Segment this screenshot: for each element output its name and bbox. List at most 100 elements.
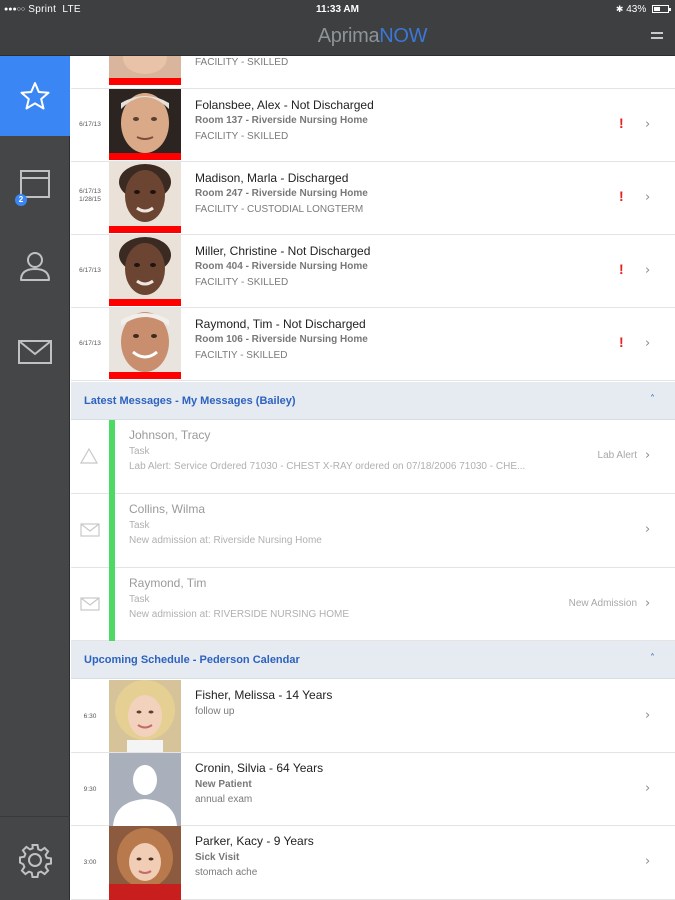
patient-facility: FACILITY - SKILLED — [195, 57, 289, 68]
unread-bar — [109, 420, 115, 494]
alert-bar — [109, 78, 181, 85]
patient-photo — [109, 308, 181, 372]
envelope-icon — [80, 597, 100, 611]
alert-bar — [109, 153, 181, 160]
appointment-row[interactable]: 6:30 Fisher, Melissa - 14 Years follow u… — [71, 680, 675, 753]
patient-date: 6/17/13 — [79, 267, 101, 274]
chevron-up-icon[interactable]: ˄ — [650, 653, 655, 664]
patient-name: Folansbee, Alex - Not Discharged — [195, 98, 374, 112]
appointment-type: New Patient — [195, 779, 252, 790]
message-preview: New admission at: RIVERSIDE NURSING HOME — [129, 609, 350, 620]
patient-room: Room 106 - Riverside Nursing Home — [195, 334, 368, 345]
mail-icon — [18, 340, 52, 364]
messages-section-header[interactable]: Latest Messages - My Messages (Bailey) ˄ — [71, 382, 675, 420]
patient-row-partial[interactable]: FACILITY - SKILLED — [71, 56, 675, 89]
logo-text-aprima: Aprima — [317, 25, 380, 47]
message-type: Task — [129, 594, 150, 605]
alert-bar — [109, 226, 181, 233]
appointment-reason: stomach ache — [195, 867, 258, 878]
patient-photo — [109, 235, 181, 299]
bluetooth-icon: ✱ — [615, 4, 624, 14]
appointment-type: Sick Visit — [195, 852, 240, 863]
chevron-right-icon: › — [645, 117, 651, 132]
alert-triangle-icon — [80, 448, 98, 464]
status-bar: ●●●○○ Sprint LTE 11:33 AM ✱ 43% — [0, 0, 675, 20]
patient-row[interactable]: 6/17/13 1/28/15 Madison, Marla - Dischar… — [71, 162, 675, 235]
patient-photo — [109, 56, 181, 78]
message-row[interactable]: Johnson, Tracy Task Lab Alert: Service O… — [71, 420, 675, 494]
patient-row[interactable]: 6/17/13 Raymond, Tim - Not Discharged Ro… — [71, 308, 675, 381]
logo-text-now: NOW — [379, 25, 428, 47]
message-row[interactable]: Collins, Wilma Task New admission at: Ri… — [71, 494, 675, 568]
battery-percent: 43% — [626, 4, 647, 15]
appointment-time: 3:00 — [83, 859, 97, 866]
menu-icon[interactable] — [651, 32, 663, 42]
alert-icon: ! — [619, 261, 624, 277]
clock: 11:33 AM — [316, 4, 359, 15]
patient-name: Miller, Christine - Not Discharged — [195, 244, 371, 258]
appointment-reason: follow up — [195, 706, 235, 717]
patient-date-2: 1/28/15 — [79, 196, 101, 203]
message-sender: Collins, Wilma — [129, 502, 206, 516]
appointment-time: 6:30 — [83, 713, 97, 720]
sidebar-divider — [0, 816, 70, 817]
patient-photo — [109, 162, 181, 226]
gear-icon — [19, 844, 52, 878]
patient-date: 6/17/13 — [79, 340, 101, 347]
chevron-right-icon: › — [645, 448, 651, 463]
alert-icon: ! — [619, 188, 624, 204]
patient-facility: FACILITY - SKILLED — [195, 277, 289, 288]
chevron-right-icon: › — [645, 596, 651, 611]
chevron-up-icon[interactable]: ˄ — [650, 394, 655, 405]
patient-photo — [109, 826, 181, 900]
avatar-placeholder — [109, 753, 181, 826]
calendar-badge: 2 — [15, 194, 27, 206]
person-icon — [20, 252, 50, 281]
message-type: Task — [129, 446, 150, 457]
battery-info: ✱ 43% — [615, 4, 671, 15]
sidebar-item-schedule[interactable]: 2 — [0, 144, 70, 224]
message-tag: Lab Alert — [597, 450, 637, 461]
sidebar-item-settings[interactable] — [0, 820, 70, 900]
sidebar-item-favorites[interactable] — [0, 56, 70, 136]
patient-photo — [109, 680, 181, 752]
schedule-section-header[interactable]: Upcoming Schedule - Pederson Calendar ˄ — [71, 641, 675, 679]
alert-icon: ! — [619, 115, 624, 131]
alert-bar — [109, 299, 181, 306]
main-content[interactable]: FACILITY - SKILLED 6/17/13 Folansbee, Al… — [71, 56, 675, 900]
chevron-right-icon: › — [645, 781, 651, 796]
chevron-right-icon: › — [645, 263, 651, 278]
sidebar-item-patients[interactable] — [0, 226, 70, 306]
unread-bar — [109, 568, 115, 641]
alert-icon: ! — [619, 334, 624, 350]
patient-room: Room 247 - Riverside Nursing Home — [195, 188, 368, 199]
message-sender: Raymond, Tim — [129, 576, 207, 590]
message-type: Task — [129, 520, 150, 531]
patient-date: 6/17/13 1/28/15 — [71, 188, 109, 204]
patient-date: 6/17/13 — [79, 121, 101, 128]
appointment-row[interactable]: 9:30 Cronin, Silvia - 64 Years New Patie… — [71, 753, 675, 826]
chevron-right-icon: › — [645, 854, 651, 869]
patient-photo — [109, 89, 181, 153]
appointment-row[interactable]: 3:00 Parker, Kacy - 9 Years Sick Visit s… — [71, 826, 675, 900]
appointment-reason: annual exam — [195, 794, 253, 805]
message-preview: New admission at: Riverside Nursing Home — [129, 535, 322, 546]
patient-facility: FACILITY - SKILLED — [195, 131, 289, 142]
sidebar: 2 — [0, 56, 70, 900]
patient-name: Fisher, Melissa - 14 Years — [195, 688, 333, 702]
sidebar-item-messages[interactable] — [0, 312, 70, 392]
patient-room: Room 404 - Riverside Nursing Home — [195, 261, 368, 272]
chevron-right-icon: › — [645, 708, 651, 723]
schedule-section-title: Upcoming Schedule - Pederson Calendar — [84, 654, 300, 666]
chevron-right-icon: › — [645, 522, 651, 537]
patient-name: Madison, Marla - Discharged — [195, 171, 349, 185]
patient-facility: FACILITY - CUSTODIAL LONGTERM — [195, 204, 364, 215]
patient-row[interactable]: 6/17/13 Miller, Christine - Not Discharg… — [71, 235, 675, 308]
patient-row[interactable]: 6/17/13 Folansbee, Alex - Not Discharged… — [71, 89, 675, 162]
battery-icon — [652, 5, 671, 13]
message-row[interactable]: Raymond, Tim Task New admission at: RIVE… — [71, 568, 675, 641]
chevron-right-icon: › — [645, 336, 651, 351]
star-icon — [20, 82, 50, 110]
message-tag: New Admission — [568, 598, 637, 609]
patient-name: Parker, Kacy - 9 Years — [195, 834, 314, 848]
